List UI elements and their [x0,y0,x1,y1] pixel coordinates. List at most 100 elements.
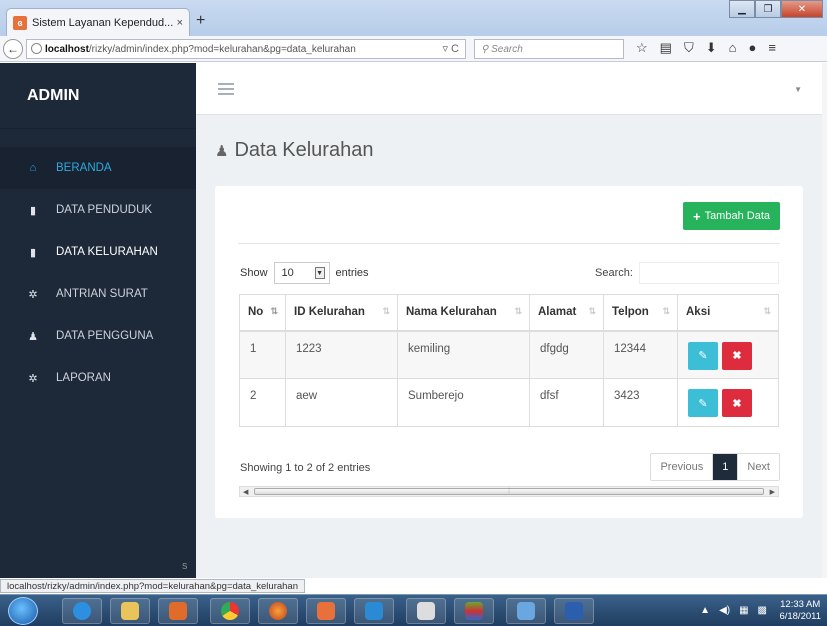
cell-telpon: 12344 [603,330,678,379]
scroll-left-icon[interactable]: ◀ [243,488,248,496]
edit-icon: ✎ [698,397,708,410]
add-data-label: Tambah Data [704,210,770,222]
entries-length-control: Show 10 ▼ entries [240,262,369,284]
taskbar-explorer[interactable] [110,598,150,624]
sidebar-item-data-pengguna[interactable]: ♟ DATA PENGGUNA [0,315,196,357]
bookmark-star-icon[interactable]: ☆ [636,40,648,56]
taskbar-winrar[interactable] [454,598,494,624]
taskbar-app[interactable] [158,598,198,624]
table-row: 2 aew Sumberejo dfsf 3423 ✎ ✖ [239,378,779,427]
taskbar-app2[interactable] [506,598,546,624]
menu-icon[interactable]: ≡ [768,40,776,56]
entries-select[interactable]: 10 ▼ [273,262,330,284]
pagination-next[interactable]: Next [738,454,779,480]
scroll-right-icon[interactable]: ▶ [770,488,775,496]
column-header-nama-kelurahan[interactable]: Nama Kelurahan ⇅ [397,294,530,332]
pagination-page-1[interactable]: 1 [712,454,739,480]
kelurahan-table: No ⇅ ID Kelurahan ⇅ Nama Kelurahan ⇅ Alamat… [239,294,779,427]
column-header-alamat[interactable]: Alamat ⇅ [529,294,604,332]
column-header-id-kelurahan[interactable]: ID Kelurahan ⇅ [285,294,398,332]
flag-icon[interactable]: ▩ [758,605,767,616]
add-data-button[interactable]: + Tambah Data [682,202,780,230]
taskbar-xampp[interactable] [306,598,346,624]
sidebar-item-label: DATA PENDUDUK [56,204,153,216]
site-favicon-icon: ɞ [13,15,27,30]
taskbar-vscode[interactable] [354,598,394,624]
data-panel: + Tambah Data Show 10 ▼ entries Search: [215,186,803,518]
brand-title[interactable]: ADMIN [0,63,196,129]
maximize-button[interactable]: ❐ [755,0,781,18]
dropdown-arrow-icon: ▼ [314,267,325,279]
column-header-no[interactable]: No ⇅ [239,294,286,332]
back-button[interactable]: ← [3,39,23,59]
tab-close-icon[interactable]: × [177,17,183,29]
home-page-icon[interactable]: ⌂ [729,40,737,56]
system-clock[interactable]: 12:33 AM 6/18/2011 [779,599,821,623]
sidebar-item-beranda[interactable]: ⌂ BERANDA [0,147,196,189]
reading-list-icon[interactable]: ▤ [660,40,672,56]
address-bar[interactable]: localhost/rizky/admin/index.php?mod=kelu… [26,39,466,59]
edit-button[interactable]: ✎ [688,389,718,417]
pagination-previous[interactable]: Previous [651,454,712,480]
sidebar-item-data-kelurahan[interactable]: ▮ DATA KELURAHAN [0,231,196,273]
new-tab-button[interactable]: + [196,12,205,30]
taskbar-tool[interactable] [406,598,446,624]
user-dropdown-caret-icon[interactable]: ▼ [794,85,802,94]
browser-search-input[interactable]: ⚲ Search [474,39,624,59]
sort-icon: ⇅ [662,306,670,316]
clock-date: 6/18/2011 [779,611,821,622]
vscode-icon [365,602,383,620]
edit-icon: ✎ [698,350,708,362]
delete-icon: ✖ [732,350,742,362]
user-icon: ♟ [28,330,38,343]
start-button[interactable] [8,597,38,625]
taskbar-ie[interactable] [62,598,102,624]
page-vertical-scrollbar[interactable] [822,63,827,578]
chrome-icon [221,602,239,620]
table-search: Search: [595,262,779,284]
volume-icon[interactable]: ◀) [719,605,730,616]
sidebar-item-data-penduduk[interactable]: ▮ DATA PENDUDUK [0,189,196,231]
entries-label: entries [335,267,369,279]
table-header-row: No ⇅ ID Kelurahan ⇅ Nama Kelurahan ⇅ Alamat… [239,294,779,332]
pocket-icon[interactable]: ⛉ [684,40,694,56]
sort-icon: ⇅ [763,306,771,316]
taskbar-chrome[interactable] [210,598,250,624]
minimize-button[interactable]: ▁ [729,0,755,18]
taskbar-firefox[interactable] [258,598,298,624]
sort-icon: ⇅ [588,306,596,316]
browser-tab[interactable]: ɞ Sistem Layanan Kependud... × [6,8,190,36]
edit-button[interactable]: ✎ [688,341,718,370]
scrollbar-thumb[interactable]: ⫶ [254,488,764,495]
delete-button[interactable]: ✖ [722,389,752,417]
show-label: Show [240,267,268,279]
sidebar-item-laporan[interactable]: ✲ LAPORAN [0,357,196,399]
column-header-aksi[interactable]: Aksi ⇅ [677,294,779,332]
taskbar-word[interactable] [554,598,594,624]
cell-nama: Sumberejo [397,378,530,427]
file-icon: ▮ [29,204,37,217]
topbar: ▼ [196,63,822,115]
internet-explorer-icon [73,602,91,620]
sidebar-item-label: DATA KELURAHAN [56,246,158,258]
network-icon[interactable]: ▦ [739,605,748,616]
sidebar-menu: ⌂ BERANDA ▮ DATA PENDUDUK ▮ DATA KELURAH… [0,147,196,399]
column-header-telpon[interactable]: Telpon ⇅ [603,294,678,332]
chat-icon[interactable]: ● [748,40,756,56]
download-icon[interactable]: ⬇ [706,40,717,56]
reload-icon[interactable]: ▿ C [442,42,459,55]
divider [238,243,780,244]
page-title: ♟ Data Kelurahan [215,139,373,162]
sidebar-item-antrian-surat[interactable]: ✲ ANTRIAN SURAT [0,273,196,315]
xampp-icon [317,602,335,620]
horizontal-scrollbar[interactable]: ◀ ⫶ ▶ [239,486,779,497]
delete-button[interactable]: ✖ [722,341,752,370]
close-window-button[interactable]: ✕ [781,0,823,18]
pagination: Previous 1 Next [650,453,780,481]
folder-icon [121,602,139,620]
show-hidden-icons-icon[interactable]: ▲ [700,605,710,616]
sidebar-item-label: DATA PENGGUNA [56,330,154,342]
hamburger-menu-icon[interactable] [218,83,234,98]
table-search-input[interactable] [638,262,779,284]
site-info-icon[interactable] [31,43,42,54]
